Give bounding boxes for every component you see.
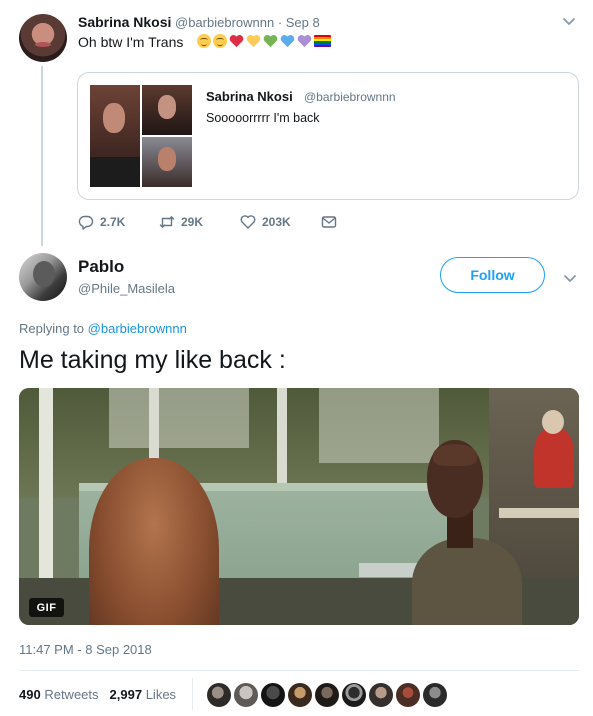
liker-avatar[interactable] — [261, 683, 285, 707]
parent-tweet-author-name[interactable]: Sabrina Nkosi — [78, 14, 171, 30]
chevron-down-icon[interactable] — [563, 271, 577, 285]
stats-divider — [19, 670, 579, 671]
parent-tweet-avatar[interactable] — [19, 14, 67, 62]
quoted-photo-1[interactable] — [90, 85, 140, 187]
heart-icon — [240, 215, 256, 229]
liker-avatar[interactable] — [207, 683, 231, 707]
replying-to-mention[interactable]: @barbiebrownnn — [88, 321, 187, 336]
like-count: 203K — [262, 215, 291, 229]
main-tweet-author-handle[interactable]: @Phile_Masilela — [78, 281, 175, 296]
main-tweet-author-name[interactable]: Pablo — [78, 257, 124, 277]
parent-tweet-text: Oh btw I'm Trans — [78, 34, 184, 50]
stats-separator — [192, 678, 193, 710]
liker-avatar[interactable] — [315, 683, 339, 707]
likes-count: 2,997 — [109, 687, 143, 702]
follow-button[interactable]: Follow — [440, 257, 545, 293]
thread-connector-line — [41, 66, 43, 246]
quoted-tweet-text: Sooooorrrrr I'm back — [206, 111, 320, 125]
likes-label: Likes — [145, 687, 177, 702]
smiling-face-icon — [197, 34, 211, 48]
purple-heart-icon — [297, 34, 312, 48]
main-tweet-avatar[interactable] — [19, 253, 67, 301]
liker-avatar[interactable] — [369, 683, 393, 707]
liker-avatar[interactable] — [234, 683, 258, 707]
chevron-down-icon[interactable] — [562, 14, 576, 28]
reply-icon — [78, 215, 94, 230]
liker-avatar[interactable] — [342, 683, 366, 707]
reply-button[interactable]: 2.7K — [78, 214, 159, 230]
rainbow-flag-icon — [314, 35, 331, 47]
liker-avatar[interactable] — [423, 683, 447, 707]
winking-face-icon — [213, 34, 227, 48]
retweets-label: Retweets — [44, 687, 99, 702]
quoted-tweet-author-name: Sabrina Nkosi — [206, 89, 293, 104]
gif-badge: GIF — [29, 598, 64, 617]
tweet-gif-media[interactable]: GIF — [19, 388, 579, 625]
direct-message-button[interactable] — [321, 214, 337, 230]
liker-avatars — [207, 683, 447, 707]
retweets-stat[interactable]: 490 Retweets — [19, 687, 99, 702]
parent-tweet-handle-date[interactable]: @barbiebrownnn · Sep 8 — [175, 15, 320, 30]
envelope-icon — [321, 216, 337, 228]
quoted-photo-3[interactable] — [142, 137, 192, 187]
parent-tweet-emojis — [197, 33, 331, 49]
reply-count: 2.7K — [100, 215, 126, 229]
green-heart-icon — [263, 34, 278, 48]
liker-avatar[interactable] — [288, 683, 312, 707]
replying-to-line: Replying to @barbiebrownnn — [19, 321, 187, 336]
likes-stat[interactable]: 2,997 Likes — [110, 687, 177, 702]
like-button[interactable]: 203K — [240, 214, 321, 230]
parent-tweet-actions: 2.7K 29K 203K — [78, 214, 337, 230]
liker-avatar[interactable] — [396, 683, 420, 707]
blue-heart-icon — [280, 34, 295, 48]
quoted-tweet-handle: @barbiebrownnn — [304, 90, 396, 104]
yellow-heart-icon — [246, 34, 261, 48]
retweets-count: 490 — [19, 687, 41, 702]
engagement-stats: 490 Retweets 2,997 Likes — [19, 687, 176, 702]
quoted-photo-2[interactable] — [142, 85, 192, 135]
quoted-tweet-card[interactable]: Sabrina Nkosi @barbiebrownnn Sooooorrrrr… — [77, 72, 579, 200]
replying-to-prefix: Replying to — [19, 321, 85, 336]
red-heart-icon — [229, 34, 244, 48]
retweet-button[interactable]: 29K — [159, 214, 240, 230]
retweet-count: 29K — [181, 215, 204, 229]
retweet-icon — [159, 216, 175, 228]
main-tweet-text: Me taking my like back : — [19, 346, 286, 374]
tweet-timestamp[interactable]: 11:47 PM - 8 Sep 2018 — [19, 642, 152, 657]
